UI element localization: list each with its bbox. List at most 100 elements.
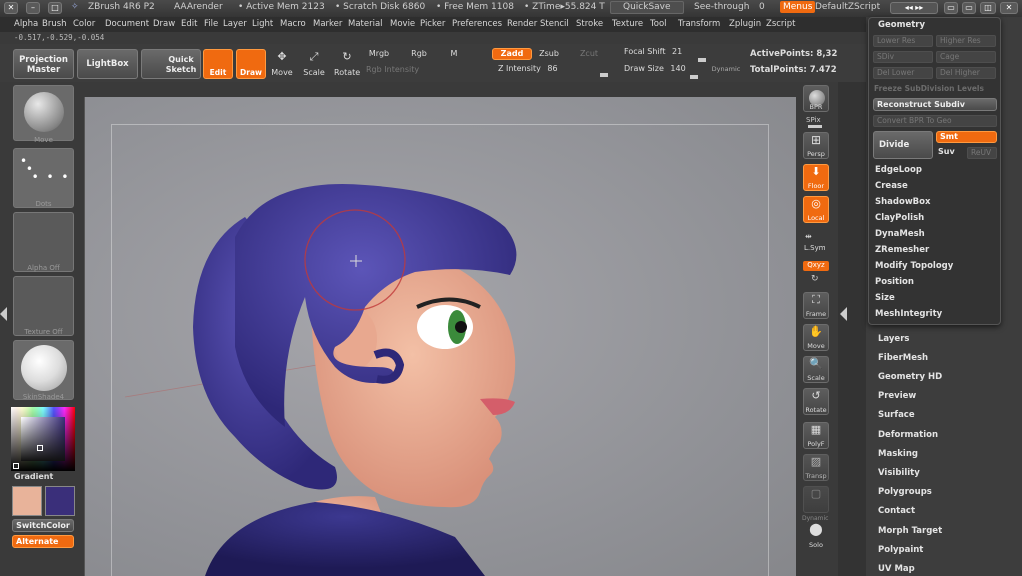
edit-button[interactable]: Edit: [203, 49, 233, 79]
switch-color-button[interactable]: SwitchColor: [12, 519, 74, 532]
geometry-position[interactable]: Position: [875, 277, 914, 287]
geometry-meshintegrity[interactable]: MeshIntegrity: [875, 309, 942, 319]
rgb-intensity-slider[interactable]: Rgb Intensity: [366, 65, 486, 74]
draw-size-slider[interactable]: Draw Size 140: [620, 63, 700, 76]
draw-button[interactable]: Draw: [236, 49, 266, 79]
del-lower-button[interactable]: Del Lower: [873, 67, 933, 79]
scale-mode-button[interactable]: Scale: [302, 68, 326, 77]
mrgb-button[interactable]: Mrgb: [364, 49, 394, 58]
menu-color[interactable]: Color: [73, 19, 95, 29]
layout-arrows-icon[interactable]: ◂◂ ▸▸: [890, 2, 938, 14]
menu-stencil[interactable]: Stencil: [540, 19, 569, 29]
menu-zplugin[interactable]: Zplugin: [729, 19, 761, 29]
color-picker-square[interactable]: [21, 417, 65, 461]
lsym-button[interactable]: L.Sym: [804, 244, 826, 252]
convert-bpr-button[interactable]: Convert BPR To Geo: [873, 115, 997, 127]
subpalette-uv-map[interactable]: UV Map: [878, 564, 915, 574]
secondary-color-swatch[interactable]: [45, 486, 75, 516]
color-picker[interactable]: [11, 407, 75, 471]
z-intensity-slider[interactable]: Z Intensity 86: [494, 63, 610, 76]
projection-master-button[interactable]: Projection Master: [13, 49, 74, 79]
menu-edit[interactable]: Edit: [181, 19, 197, 29]
m-button[interactable]: M: [444, 49, 464, 58]
menu-stroke[interactable]: Stroke: [576, 19, 603, 29]
lightbox-button[interactable]: LightBox: [77, 49, 138, 79]
higher-res-button[interactable]: Higher Res: [936, 35, 996, 47]
del-higher-button[interactable]: Del Higher: [936, 67, 996, 79]
close-app-icon[interactable]: ✕: [1000, 2, 1018, 14]
reuv-button[interactable]: ReUV: [967, 147, 997, 159]
local-button[interactable]: ◎ Local: [803, 196, 829, 223]
geometry-zremesher[interactable]: ZRemesher: [875, 245, 929, 255]
dynamic-button[interactable]: Dynamic: [706, 65, 746, 73]
canvas-viewport[interactable]: [84, 97, 796, 576]
subpalette-polypaint[interactable]: Polypaint: [878, 545, 923, 555]
brush-thumbnail[interactable]: [13, 85, 74, 141]
zadd-button[interactable]: Zadd: [492, 48, 532, 60]
menu-alpha[interactable]: Alpha: [14, 19, 38, 29]
menu-draw[interactable]: Draw: [153, 19, 175, 29]
geometry-crease[interactable]: Crease: [875, 181, 908, 191]
alpha-thumbnail[interactable]: [13, 212, 74, 272]
geometry-dynamesh[interactable]: DynaMesh: [875, 229, 925, 239]
spix-label[interactable]: SPix: [806, 116, 821, 124]
zsub-button[interactable]: Zsub: [534, 49, 564, 58]
menu-preferences[interactable]: Preferences: [452, 19, 502, 29]
left-tray-toggle-icon[interactable]: [0, 307, 7, 321]
help-icon[interactable]: ▭: [944, 2, 958, 14]
subpalette-contact[interactable]: Contact: [878, 506, 915, 516]
menu-tool[interactable]: Tool: [650, 19, 667, 29]
close-window-icon[interactable]: ✕: [4, 2, 18, 14]
geometry-claypolish[interactable]: ClayPolish: [875, 213, 924, 223]
divide-button[interactable]: Divide: [873, 131, 933, 159]
cage-button[interactable]: Cage: [936, 51, 996, 63]
geometry-size[interactable]: Size: [875, 293, 895, 303]
subpalette-fibermesh[interactable]: FiberMesh: [878, 353, 928, 363]
lower-res-button[interactable]: Lower Res: [873, 35, 933, 47]
stroke-thumbnail[interactable]: • • • • •: [13, 148, 74, 208]
subpalette-polygroups[interactable]: Polygroups: [878, 487, 932, 497]
main-color-swatch[interactable]: [12, 486, 42, 516]
restore-window-icon[interactable]: □: [48, 2, 62, 14]
rotation-axis-icon[interactable]: ↻: [811, 274, 819, 284]
quicksave-button[interactable]: QuickSave: [610, 1, 684, 14]
subpalette-preview[interactable]: Preview: [878, 391, 916, 401]
subpalette-layers[interactable]: Layers: [878, 334, 909, 344]
character-model[interactable]: [85, 97, 796, 576]
menu-material[interactable]: Material: [348, 19, 383, 29]
menu-brush[interactable]: Brush: [42, 19, 67, 29]
subpalette-deformation[interactable]: Deformation: [878, 430, 938, 440]
geometry-modify-topology[interactable]: Modify Topology: [875, 261, 953, 271]
dynamic-label[interactable]: Dynamic: [802, 515, 828, 522]
rotate-view-button[interactable]: ↺ Rotate: [803, 388, 829, 415]
hue-cursor[interactable]: [13, 463, 19, 469]
focal-shift-knob[interactable]: [698, 58, 706, 62]
scale-view-button[interactable]: 🔍 Scale: [803, 356, 829, 383]
rotate-mode-button[interactable]: Rotate: [334, 68, 360, 77]
floor-button[interactable]: ⬇ Floor: [803, 164, 829, 191]
menu-light[interactable]: Light: [252, 19, 273, 29]
menu-file[interactable]: File: [204, 19, 218, 29]
subpalette-geometry-hd[interactable]: Geometry HD: [878, 372, 942, 382]
minimize-window-icon[interactable]: –: [26, 2, 40, 14]
quick-sketch-button[interactable]: Quick Sketch: [141, 49, 201, 79]
bpr-button[interactable]: BPR: [803, 85, 829, 112]
smt-toggle[interactable]: Smt: [936, 131, 997, 143]
reconstruct-subdiv-button[interactable]: Reconstruct Subdiv: [873, 98, 997, 111]
subpalette-surface[interactable]: Surface: [878, 410, 915, 420]
spix-slider[interactable]: [808, 125, 822, 128]
maximize-icon[interactable]: ◫: [980, 2, 996, 14]
menu-picker[interactable]: Picker: [420, 19, 445, 29]
menu-texture[interactable]: Texture: [612, 19, 643, 29]
see-through-label[interactable]: See-through: [694, 2, 749, 12]
zcut-button[interactable]: Zcut: [574, 49, 604, 58]
geometry-edgeloop[interactable]: EdgeLoop: [875, 165, 922, 175]
focal-shift-slider[interactable]: Focal Shift 21: [620, 46, 740, 59]
color-picker-cursor[interactable]: [37, 445, 43, 451]
texture-thumbnail[interactable]: [13, 276, 74, 336]
menu-movie[interactable]: Movie: [390, 19, 415, 29]
menu-macro[interactable]: Macro: [280, 19, 306, 29]
suv-toggle[interactable]: Suv: [938, 147, 955, 156]
persp-button[interactable]: ⊞ Persp: [803, 132, 829, 159]
subpalette-masking[interactable]: Masking: [878, 449, 918, 459]
